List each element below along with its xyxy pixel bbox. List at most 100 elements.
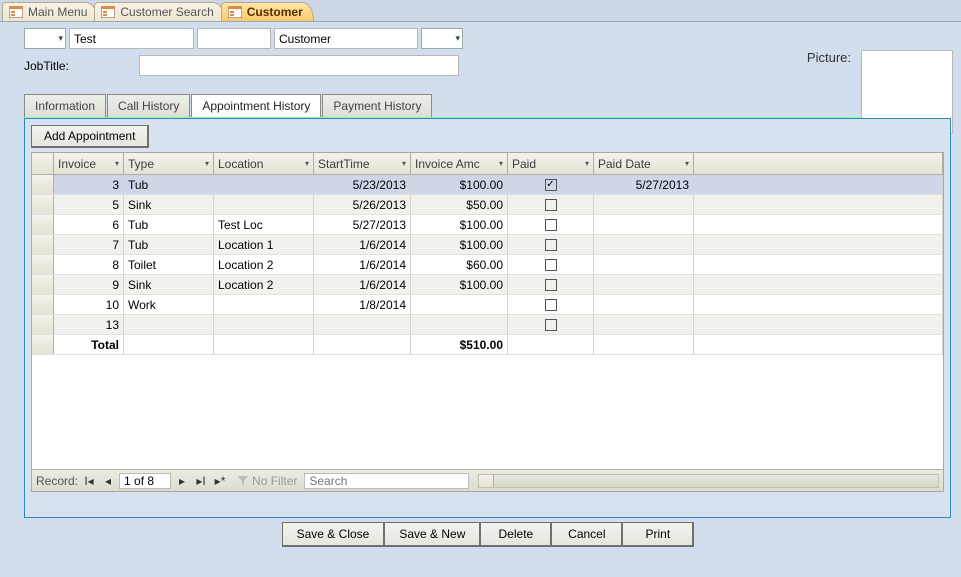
table-row[interactable]: 9SinkLocation 21/6/2014$100.00: [32, 275, 943, 295]
paid-checkbox[interactable]: [545, 259, 557, 271]
cell-amount[interactable]: $100.00: [411, 215, 508, 234]
nav-last-icon[interactable]: ▸I: [193, 474, 209, 488]
nav-new-icon[interactable]: ▸*: [212, 474, 228, 488]
last-name-field[interactable]: [274, 28, 418, 49]
cell-type[interactable]: Tub: [124, 215, 214, 234]
cell-type[interactable]: Tub: [124, 175, 214, 194]
first-name-field[interactable]: [69, 28, 194, 49]
cell-starttime[interactable]: 1/8/2014: [314, 295, 411, 314]
cell-invoice[interactable]: 9: [54, 275, 124, 294]
suffix-dropdown[interactable]: [421, 28, 463, 49]
cell-starttime[interactable]: 1/6/2014: [314, 235, 411, 254]
cell-paid-date[interactable]: 5/27/2013: [594, 175, 694, 194]
nav-first-icon[interactable]: I◂: [81, 474, 97, 488]
cell-paid-date[interactable]: [594, 255, 694, 274]
add-appointment-button[interactable]: Add Appointment: [31, 125, 149, 148]
horizontal-scrollbar[interactable]: [478, 474, 939, 488]
row-selector[interactable]: [32, 195, 54, 214]
cell-starttime[interactable]: 1/6/2014: [314, 255, 411, 274]
cell-starttime[interactable]: [314, 315, 411, 334]
table-row[interactable]: 6TubTest Loc5/27/2013$100.00: [32, 215, 943, 235]
doc-tab-customer-search[interactable]: Customer Search: [94, 2, 224, 21]
paid-checkbox[interactable]: [545, 179, 557, 191]
cell-paid-date[interactable]: [594, 275, 694, 294]
col-paid-date[interactable]: Paid Date▾: [594, 153, 694, 174]
select-all-corner[interactable]: [32, 153, 54, 174]
cell-type[interactable]: Sink: [124, 195, 214, 214]
paid-checkbox[interactable]: [545, 319, 557, 331]
cell-type[interactable]: Work: [124, 295, 214, 314]
cell-paid[interactable]: [508, 215, 594, 234]
col-type[interactable]: Type▾: [124, 153, 214, 174]
col-starttime[interactable]: StartTime▾: [314, 153, 411, 174]
table-row[interactable]: 8ToiletLocation 21/6/2014$60.00: [32, 255, 943, 275]
cell-location[interactable]: Test Loc: [214, 215, 314, 234]
cell-amount[interactable]: [411, 295, 508, 314]
cell-amount[interactable]: $60.00: [411, 255, 508, 274]
record-search-field[interactable]: [304, 473, 469, 489]
cell-amount[interactable]: $50.00: [411, 195, 508, 214]
delete-button[interactable]: Delete: [480, 522, 552, 547]
cell-location[interactable]: [214, 175, 314, 194]
table-row[interactable]: 5Sink 5/26/2013$50.00: [32, 195, 943, 215]
cell-location[interactable]: Location 1: [214, 235, 314, 254]
row-selector[interactable]: [32, 295, 54, 314]
cell-paid[interactable]: [508, 255, 594, 274]
row-selector[interactable]: [32, 255, 54, 274]
cell-invoice[interactable]: 3: [54, 175, 124, 194]
cell-location[interactable]: [214, 315, 314, 334]
table-row[interactable]: 13: [32, 315, 943, 335]
cell-amount[interactable]: $100.00: [411, 175, 508, 194]
tab-information[interactable]: Information: [24, 94, 106, 117]
paid-checkbox[interactable]: [545, 279, 557, 291]
cell-location[interactable]: Location 2: [214, 255, 314, 274]
table-row[interactable]: 10Work1/8/2014: [32, 295, 943, 315]
col-paid[interactable]: Paid▾: [508, 153, 594, 174]
save-new-button[interactable]: Save & New: [384, 522, 481, 547]
paid-checkbox[interactable]: [545, 239, 557, 251]
cell-paid-date[interactable]: [594, 235, 694, 254]
cell-invoice[interactable]: 5: [54, 195, 124, 214]
cell-invoice[interactable]: 7: [54, 235, 124, 254]
cell-starttime[interactable]: 5/26/2013: [314, 195, 411, 214]
row-selector[interactable]: [32, 275, 54, 294]
table-row[interactable]: 7TubLocation 11/6/2014$100.00: [32, 235, 943, 255]
cell-paid[interactable]: [508, 175, 594, 194]
col-invoice-amt[interactable]: Invoice Amc▾: [411, 153, 508, 174]
cell-invoice[interactable]: 6: [54, 215, 124, 234]
cell-paid[interactable]: [508, 235, 594, 254]
cell-paid[interactable]: [508, 195, 594, 214]
record-position-field[interactable]: [119, 473, 171, 489]
paid-checkbox[interactable]: [545, 219, 557, 231]
cell-paid-date[interactable]: [594, 195, 694, 214]
row-selector[interactable]: [32, 175, 54, 194]
row-selector[interactable]: [32, 315, 54, 334]
row-selector[interactable]: [32, 235, 54, 254]
doc-tab-customer[interactable]: Customer: [221, 2, 314, 21]
middle-name-field[interactable]: [197, 28, 271, 49]
paid-checkbox[interactable]: [545, 199, 557, 211]
tab-payment-history[interactable]: Payment History: [322, 94, 432, 117]
cell-starttime[interactable]: 5/23/2013: [314, 175, 411, 194]
cell-paid-date[interactable]: [594, 315, 694, 334]
print-button[interactable]: Print: [622, 522, 694, 547]
tab-appointment-history[interactable]: Appointment History: [191, 94, 321, 117]
paid-checkbox[interactable]: [545, 299, 557, 311]
cell-location[interactable]: [214, 195, 314, 214]
cell-location[interactable]: Location 2: [214, 275, 314, 294]
cell-starttime[interactable]: 5/27/2013: [314, 215, 411, 234]
cell-paid[interactable]: [508, 275, 594, 294]
row-selector[interactable]: [32, 215, 54, 234]
cell-starttime[interactable]: 1/6/2014: [314, 275, 411, 294]
cell-type[interactable]: Sink: [124, 275, 214, 294]
cell-location[interactable]: [214, 295, 314, 314]
title-dropdown[interactable]: [24, 28, 66, 49]
cancel-button[interactable]: Cancel: [551, 522, 623, 547]
cell-amount[interactable]: [411, 315, 508, 334]
save-close-button[interactable]: Save & Close: [282, 522, 386, 547]
cell-type[interactable]: [124, 315, 214, 334]
cell-invoice[interactable]: 13: [54, 315, 124, 334]
cell-paid-date[interactable]: [594, 295, 694, 314]
nav-next-icon[interactable]: ▸: [174, 474, 190, 488]
col-location[interactable]: Location▾: [214, 153, 314, 174]
